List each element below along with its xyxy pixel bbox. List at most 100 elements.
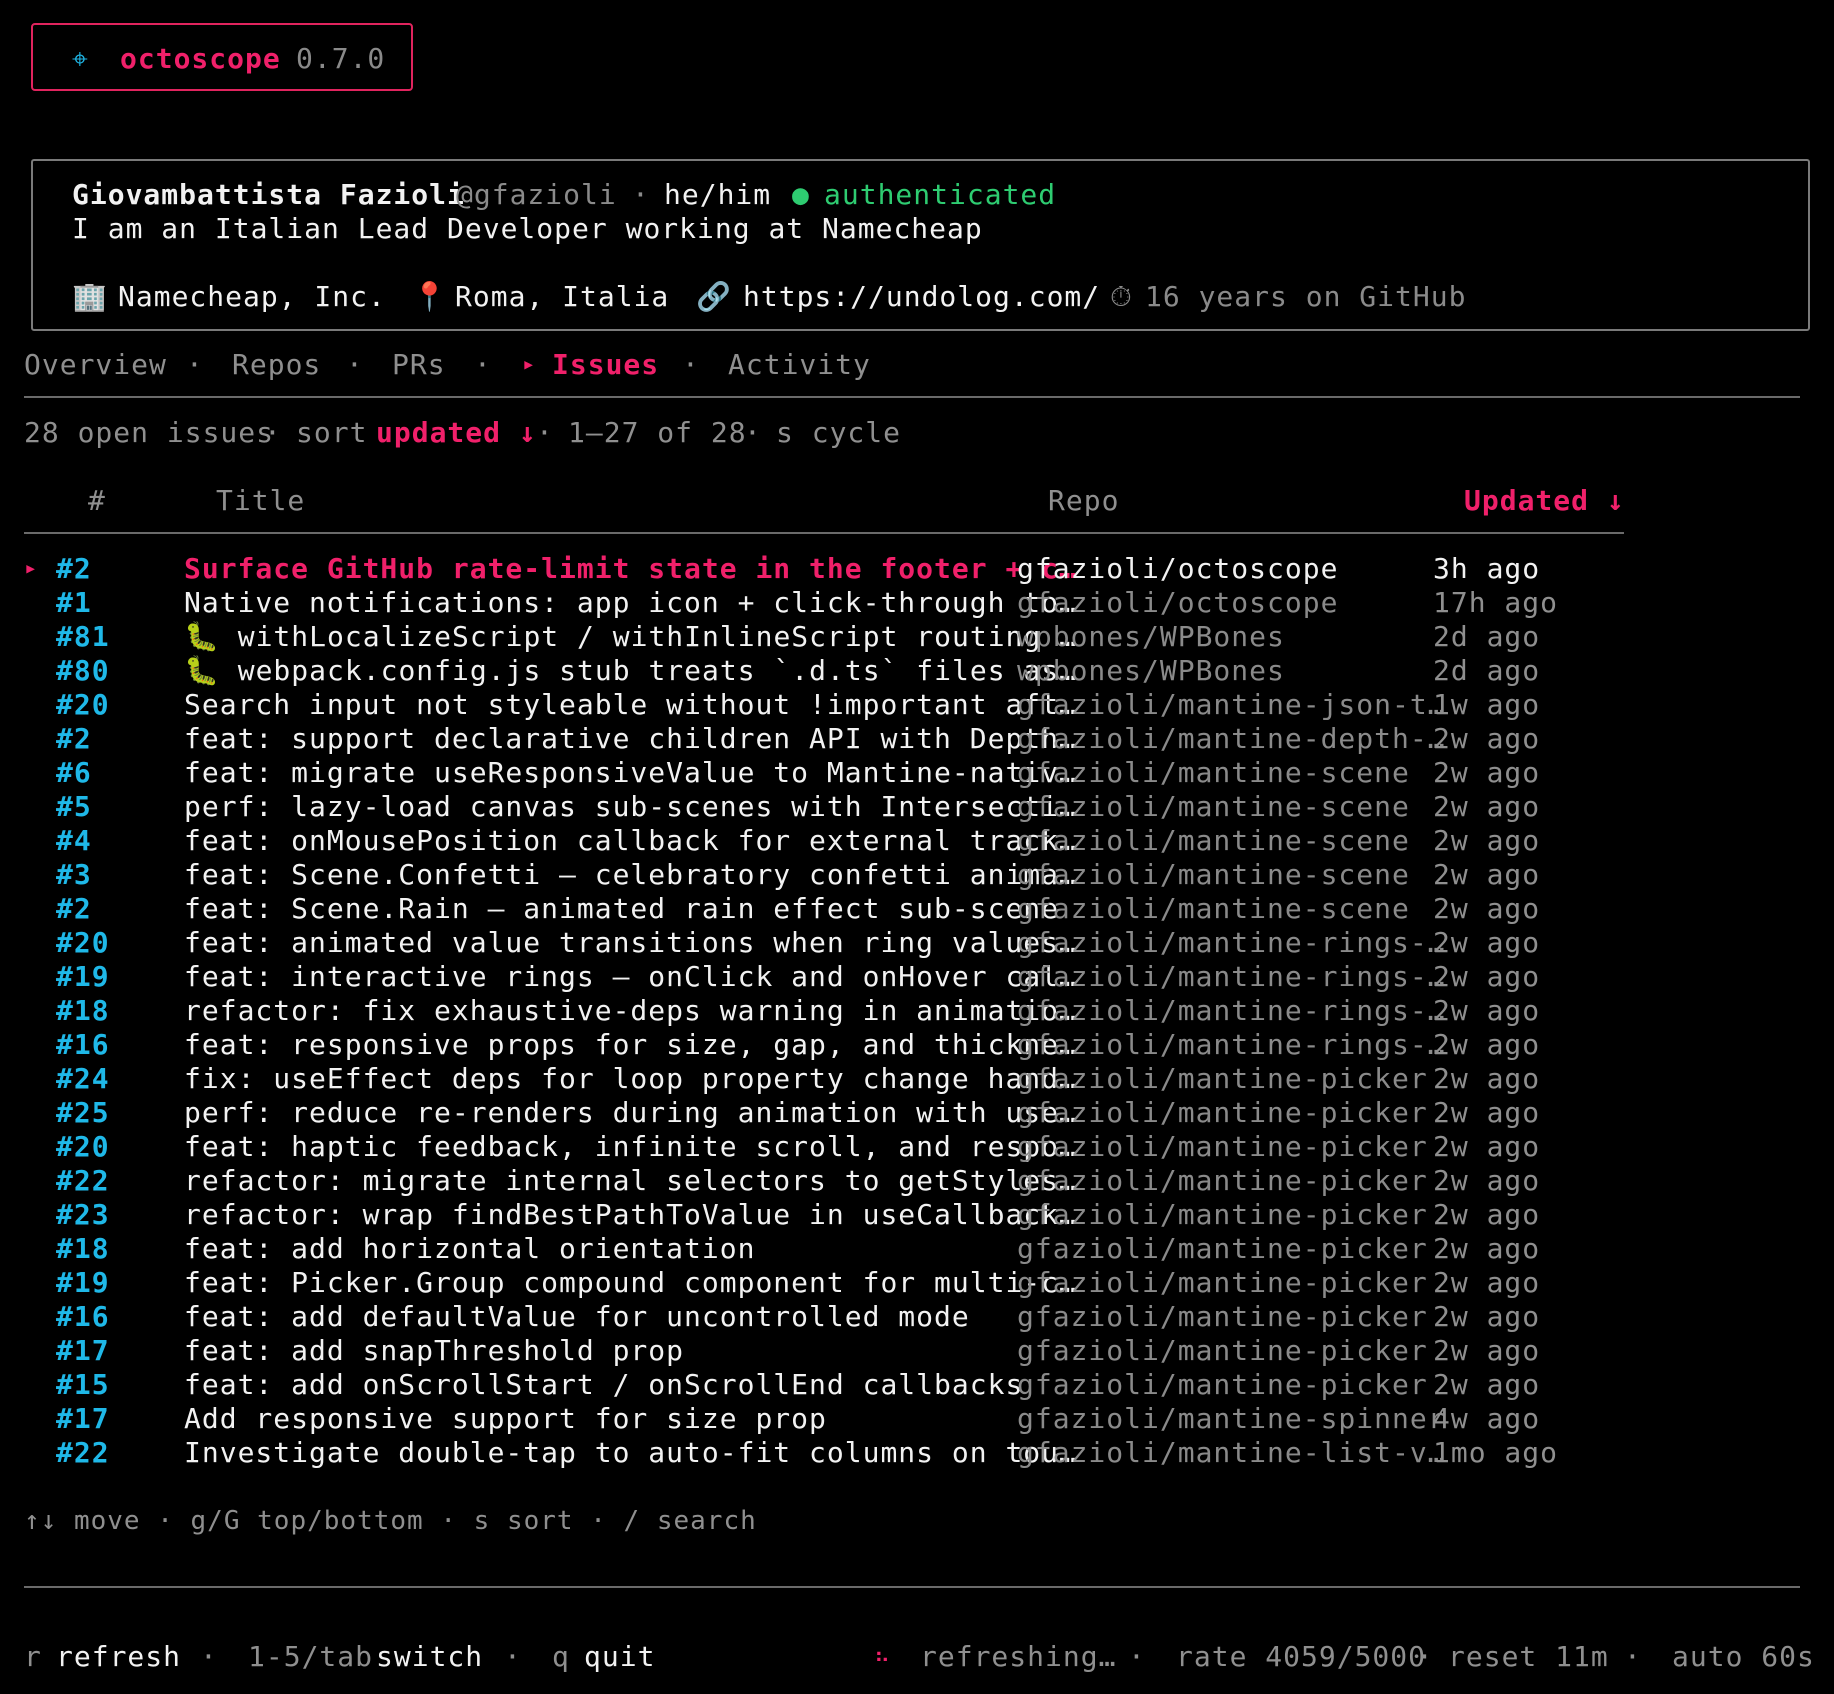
issue-updated: 2w ago — [1433, 1096, 1541, 1129]
separator: · — [632, 178, 650, 211]
table-row[interactable]: #5 perf: lazy-load canvas sub-scenes with… — [0, 790, 1834, 824]
issue-repo: gfazioli/mantine-picker — [1017, 1300, 1428, 1333]
issue-title: feat: haptic feedback, infinite scroll, … — [184, 1130, 1077, 1163]
refresh-action[interactable]: refresh — [56, 1640, 181, 1674]
table-row[interactable]: #1 Native notifications: app icon + click… — [0, 586, 1834, 620]
issue-title: feat: add snapThreshold prop — [184, 1334, 685, 1367]
table-row[interactable]: #16 feat: add defaultValue for uncontroll… — [0, 1300, 1834, 1334]
table-row[interactable]: #16 feat: responsive props for size, gap,… — [0, 1028, 1834, 1062]
table-divider — [24, 532, 1624, 534]
tab-activity[interactable]: Activity — [728, 348, 871, 382]
issue-number: #6 — [56, 756, 92, 789]
table-row[interactable]: #20 Search input not styleable without !i… — [0, 688, 1834, 722]
auto-refresh: auto 60s — [1672, 1640, 1815, 1673]
separator: · — [346, 348, 364, 381]
sort-value[interactable]: updated ↓ — [376, 416, 537, 450]
issue-title: Investigate double-tap to auto-fit colum… — [184, 1436, 1077, 1469]
issue-title: feat: support declarative children API w… — [184, 722, 1077, 755]
table-row[interactable]: #80 🐛 webpack.config.js stub treats `.d.t… — [0, 654, 1834, 688]
table-row[interactable]: #20 feat: animated value transitions when… — [0, 926, 1834, 960]
tab-overview[interactable]: Overview — [24, 348, 167, 382]
table-row[interactable]: #18 refactor: fix exhaustive-deps warning… — [0, 994, 1834, 1028]
issue-title: 🐛 withLocalizeScript / withInlineScript … — [184, 620, 1078, 653]
separator: · — [504, 1640, 522, 1673]
table-row[interactable]: #22 Investigate double-tap to auto-fit co… — [0, 1436, 1834, 1470]
table-row[interactable]: #3 feat: Scene.Confetti — celebratory con… — [0, 858, 1834, 892]
issue-number: #81 — [56, 620, 110, 653]
table-row[interactable]: #2 feat: support declarative children API… — [0, 722, 1834, 756]
issue-repo: gfazioli/mantine-picker — [1017, 1096, 1428, 1129]
issue-number: #17 — [56, 1334, 110, 1367]
tab-prs[interactable]: PRs — [392, 348, 446, 382]
issue-number: #2 — [56, 892, 92, 925]
column-header-title[interactable]: Title — [216, 484, 305, 518]
issue-number: #18 — [56, 994, 110, 1027]
issue-number: #17 — [56, 1402, 110, 1435]
table-row[interactable]: #17 Add responsive support for size prop g… — [0, 1402, 1834, 1436]
issue-updated: 2w ago — [1433, 1300, 1541, 1333]
issue-number: #2 — [56, 552, 92, 585]
issue-number: #25 — [56, 1096, 110, 1129]
issue-title: fix: useEffect deps for loop property ch… — [184, 1062, 1077, 1095]
issue-updated: 4w ago — [1433, 1402, 1541, 1435]
table-row[interactable]: #17 feat: add snapThreshold prop gfazioli/… — [0, 1334, 1834, 1368]
separator: · — [536, 416, 554, 449]
tab-repos[interactable]: Repos — [232, 348, 321, 382]
profile-website[interactable]: https://undolog.com/ — [743, 280, 1100, 314]
issue-title: feat: responsive props for size, gap, an… — [184, 1028, 1077, 1061]
switch-key: 1-5/tab — [248, 1640, 374, 1673]
profile-pronouns: he/him — [664, 178, 772, 211]
separator: · — [200, 1640, 218, 1673]
issue-title: feat: Scene.Confetti — celebratory confe… — [184, 858, 1077, 891]
column-header-repo[interactable]: Repo — [1048, 484, 1119, 518]
issue-updated: 2w ago — [1433, 960, 1541, 993]
issue-repo: gfazioli/mantine-rings-… — [1017, 960, 1446, 993]
issue-number: #2 — [56, 722, 92, 755]
issue-number: #18 — [56, 1232, 110, 1265]
profile-bio: I am an Italian Lead Developer working a… — [72, 212, 983, 245]
issue-title: feat: add defaultValue for uncontrolled … — [184, 1300, 970, 1333]
table-row[interactable]: #19 feat: interactive rings — onClick and… — [0, 960, 1834, 994]
issue-updated: 3h ago — [1433, 552, 1541, 585]
issue-updated: 2w ago — [1433, 1266, 1541, 1299]
issue-updated: 2w ago — [1433, 1232, 1541, 1265]
table-row[interactable]: #24 fix: useEffect deps for loop property… — [0, 1062, 1834, 1096]
switch-action[interactable]: switch — [376, 1640, 483, 1674]
issue-title: feat: migrate useResponsiveValue to Mant… — [184, 756, 1077, 789]
issue-repo: gfazioli/mantine-scene — [1017, 790, 1410, 823]
issue-title: Search input not styleable without !impo… — [184, 688, 1077, 721]
issue-repo: wpbones/WPBones — [1017, 654, 1285, 687]
issue-repo: gfazioli/mantine-picker — [1017, 1062, 1428, 1095]
table-row[interactable]: #15 feat: add onScrollStart / onScrollEnd… — [0, 1368, 1834, 1402]
table-row[interactable]: #6 feat: migrate useResponsiveValue to Ma… — [0, 756, 1834, 790]
column-header-number[interactable]: # — [88, 484, 106, 518]
table-row[interactable]: #23 refactor: wrap findBestPathToValue in… — [0, 1198, 1834, 1232]
table-row[interactable]: #20 feat: haptic feedback, infinite scrol… — [0, 1130, 1834, 1164]
key-hints: ↑↓ move · g/G top/bottom · s sort · / se… — [24, 1506, 757, 1536]
table-row[interactable]: #19 feat: Picker.Group compound component… — [0, 1266, 1834, 1300]
table-row[interactable]: #4 feat: onMousePosition callback for ext… — [0, 824, 1834, 858]
tab-issues[interactable]: Issues — [552, 348, 659, 382]
table-row[interactable]: ▸ #2 Surface GitHub rate-limit state in th… — [0, 552, 1834, 586]
issue-repo: gfazioli/mantine-depth-… — [1017, 722, 1446, 755]
issue-number: #16 — [56, 1028, 110, 1061]
table-row[interactable]: #2 feat: Scene.Rain — animated rain effec… — [0, 892, 1834, 926]
issue-title: feat: interactive rings — onClick and on… — [184, 960, 1077, 993]
quit-action[interactable]: quit — [584, 1640, 655, 1674]
column-header-updated[interactable]: Updated ↓ — [1464, 484, 1625, 518]
table-row[interactable]: #22 refactor: migrate internal selectors … — [0, 1164, 1834, 1198]
footer-divider — [24, 1586, 1800, 1588]
issue-number: #20 — [56, 926, 110, 959]
app-name: octoscope — [120, 42, 281, 75]
profile-handle: @gfazioli — [456, 178, 617, 211]
link-icon: 🔗 — [696, 280, 732, 313]
issue-updated: 2w ago — [1433, 926, 1541, 959]
divider — [24, 396, 1800, 398]
table-row[interactable]: #81 🐛 withLocalizeScript / withInlineScri… — [0, 620, 1834, 654]
separator: · — [474, 348, 492, 381]
active-tab-marker-icon: ▸ — [522, 352, 537, 377]
table-row[interactable]: #25 perf: reduce re-renders during animat… — [0, 1096, 1834, 1130]
profile-name: Giovambattista Fazioli — [72, 178, 465, 211]
issue-title: 🐛 webpack.config.js stub treats `.d.ts` … — [184, 654, 1078, 687]
table-row[interactable]: #18 feat: add horizontal orientation gfazi… — [0, 1232, 1834, 1266]
